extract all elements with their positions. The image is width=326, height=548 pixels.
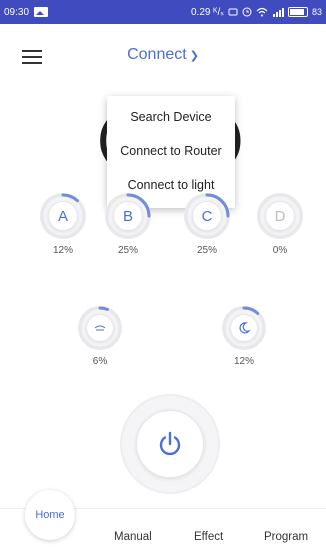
tab-home-label: Home	[35, 509, 65, 521]
battery-level: 83	[311, 7, 322, 17]
data-transfer-icon	[228, 8, 238, 16]
connect-menu: Search Device Connect to Router Connect …	[107, 96, 235, 208]
mode-knob-cloud[interactable]	[78, 306, 122, 350]
menu-item-connect-router[interactable]: Connect to Router	[107, 134, 235, 168]
channel-knob-d[interactable]: D	[257, 193, 303, 239]
channel-percent-d: 0%	[272, 245, 288, 256]
channel-label: D	[265, 201, 295, 231]
channel-knob-b[interactable]: B	[105, 193, 151, 239]
channel-knob-c[interactable]: C	[184, 193, 230, 239]
channel-percent-b: 25%	[117, 245, 138, 256]
chevron-down-icon: ❯	[189, 50, 199, 62]
channel-knob-a[interactable]: A	[40, 193, 86, 239]
connect-title: Connect	[127, 46, 187, 63]
channel-percent-a: 12%	[52, 245, 73, 256]
mode-percent-cloud: 6%	[92, 356, 108, 367]
level-arc-fill	[98, 306, 109, 311]
status-time: 09:30	[4, 6, 30, 18]
status-bar: 09:30 0.29 ᴷ/ₛ 83	[0, 0, 326, 24]
cloud-light-icon	[86, 314, 114, 342]
mode-knob-moon[interactable]	[222, 306, 266, 350]
tab-program[interactable]: Program	[264, 531, 308, 543]
battery-icon	[287, 7, 308, 17]
tab-effect[interactable]: Effect	[194, 531, 223, 543]
mode-percent-moon: 12%	[233, 356, 254, 367]
alarm-icon	[242, 7, 252, 17]
power-button[interactable]	[136, 410, 204, 478]
tab-home[interactable]: Home	[25, 490, 75, 540]
channel-label: A	[48, 201, 78, 231]
image-notification-icon	[34, 7, 49, 17]
network-speed: 0.29 ᴷ/ₛ	[190, 6, 224, 18]
power-icon	[159, 431, 181, 456]
level-arc-fill	[242, 306, 260, 315]
menu-item-search-device[interactable]: Search Device	[107, 100, 235, 134]
power-button-ring	[120, 394, 220, 494]
channel-percent-c: 25%	[196, 245, 217, 256]
moon-icon	[230, 314, 258, 342]
tab-manual[interactable]: Manual	[114, 531, 152, 543]
channel-label: B	[113, 201, 143, 231]
signal-icon	[272, 8, 284, 17]
wifi-icon	[256, 7, 268, 17]
connect-dropdown-toggle[interactable]: Connect ❯	[0, 46, 326, 64]
channel-label: C	[192, 201, 222, 231]
